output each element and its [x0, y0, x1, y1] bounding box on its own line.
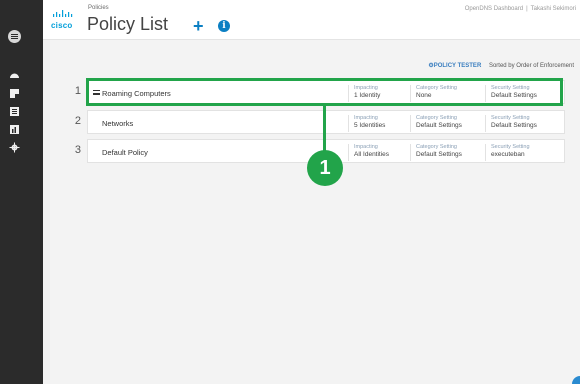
row-number: 3 — [74, 144, 81, 156]
breadcrumb[interactable]: Policies — [88, 5, 109, 11]
nav-divider: | — [526, 6, 528, 12]
cell-value: Default Settings — [416, 122, 462, 129]
cell-label: Category Setting — [416, 115, 457, 121]
cell-value: executeban — [491, 151, 525, 158]
security-cell: Security Setting executeban — [485, 144, 557, 161]
logo-text: cisco — [51, 21, 73, 30]
add-policy-button[interactable]: + — [193, 17, 204, 35]
policy-name[interactable]: Networks — [102, 119, 133, 128]
reporting-icon[interactable] — [9, 88, 20, 99]
page-title: Policy List — [87, 14, 169, 34]
cell-value: Default Settings — [491, 122, 537, 129]
settings-icon[interactable] — [9, 142, 20, 153]
policies-icon[interactable] — [9, 106, 20, 117]
policy-item-networks[interactable]: Networks Impacting 5 Identities Category… — [87, 110, 565, 134]
help-fab-icon[interactable] — [572, 376, 580, 384]
user-name[interactable]: Takashi Sekimori — [531, 6, 576, 12]
cell-value: Default Settings — [416, 151, 462, 158]
policy-tester-button[interactable]: ⚙POLICY TESTER — [428, 63, 481, 69]
cell-label: Security Setting — [491, 144, 530, 150]
policy-row: 2 Networks Impacting 5 Identities Catego… — [67, 110, 565, 134]
cell-label: Security Setting — [491, 115, 530, 121]
dashboard-icon[interactable] — [9, 70, 20, 81]
sort-label: Sorted by Order of Enforcement — [488, 63, 574, 69]
row-number: 1 — [74, 85, 81, 97]
list-toolbar: ⚙POLICY TESTER Sorted by Order of Enforc… — [428, 62, 574, 69]
row-number: 2 — [74, 115, 81, 127]
menu-icon[interactable] — [8, 30, 21, 43]
cell-label: Category Setting — [416, 144, 457, 150]
info-icon[interactable]: i — [218, 20, 230, 32]
highlight-box — [86, 78, 563, 106]
security-cell: Security Setting Default Settings — [485, 115, 557, 132]
policy-name[interactable]: Default Policy — [102, 148, 148, 157]
category-cell: Category Setting Default Settings — [410, 115, 482, 132]
chart-icon[interactable] — [9, 124, 20, 135]
top-right-nav: OpenDNS Dashboard | Takashi Sekimori — [465, 6, 576, 12]
callout-badge: 1 — [307, 150, 343, 186]
cisco-logo-icon — [53, 10, 73, 17]
category-cell: Category Setting Default Settings — [410, 144, 482, 161]
dashboard-link[interactable]: OpenDNS Dashboard — [465, 6, 523, 12]
header-bar: cisco Policies Policy List + i OpenDNS D… — [43, 0, 580, 40]
sidebar — [0, 0, 43, 384]
